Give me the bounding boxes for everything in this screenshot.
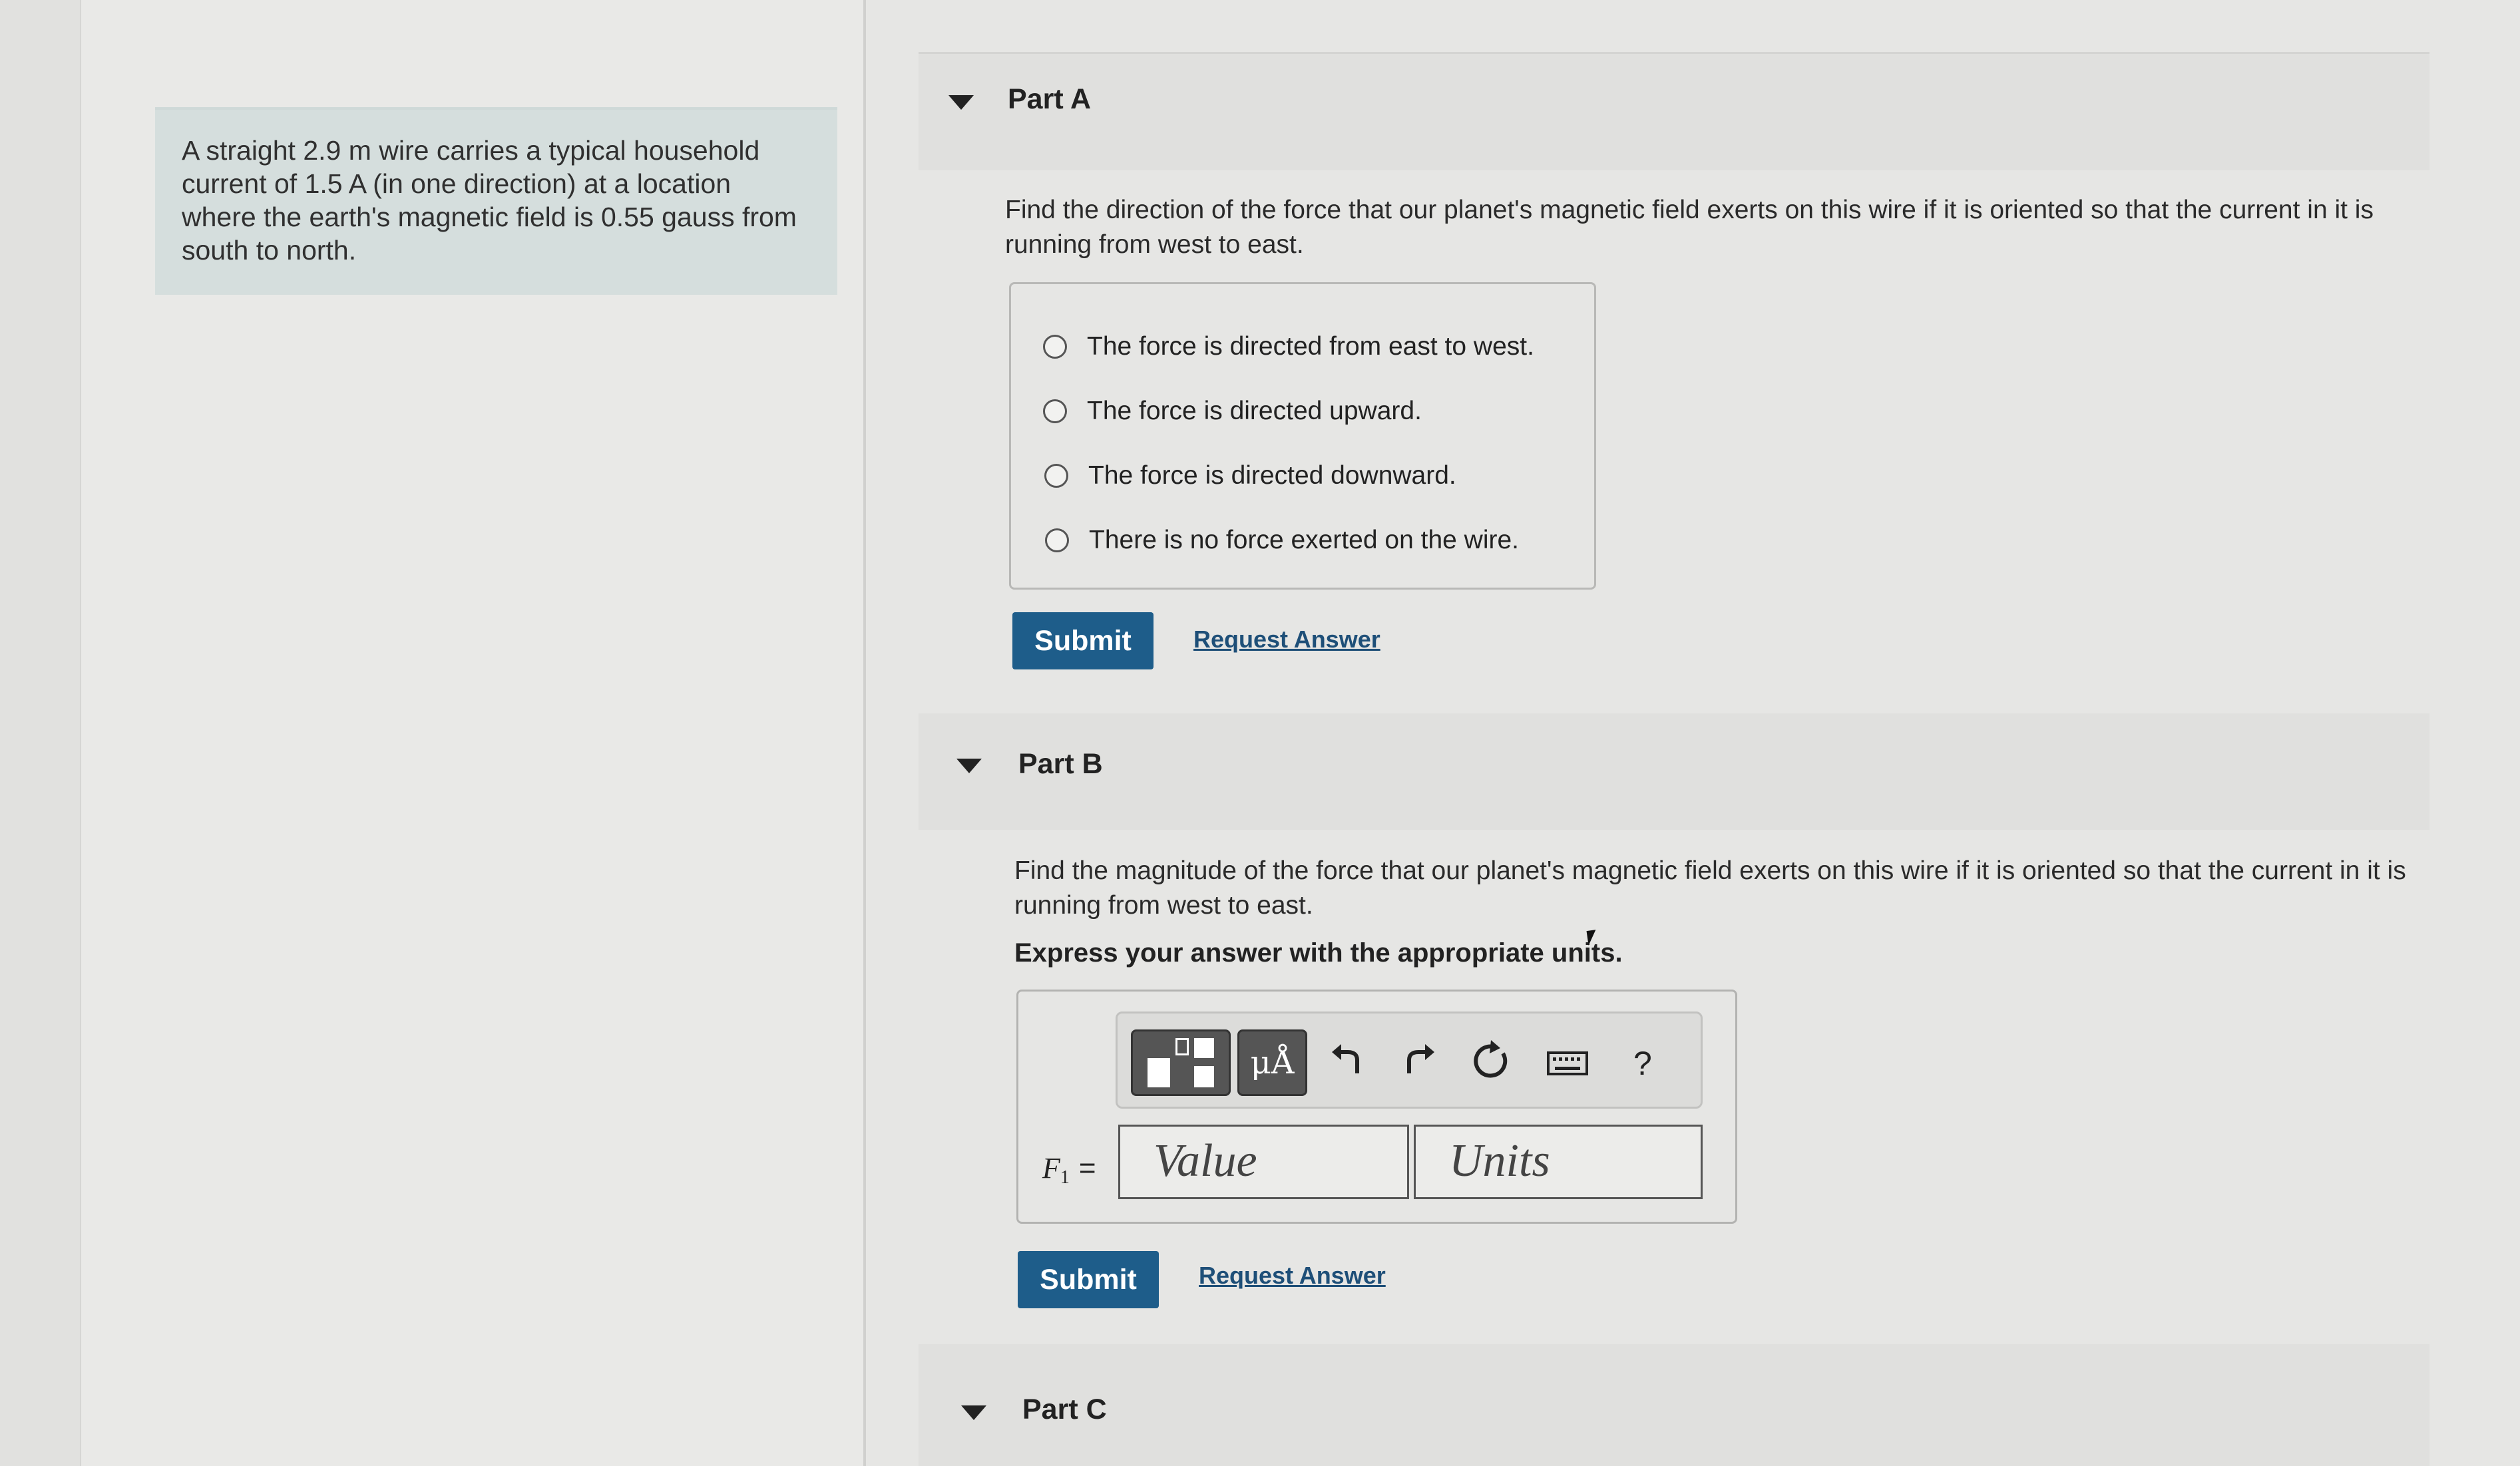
choice-label: The force is directed upward. [1087,397,1422,425]
window-edge [0,0,82,1466]
variable-subscript: 1 [1060,1167,1070,1188]
collapse-caret-icon[interactable] [948,95,974,110]
variable-label: F1 = [1042,1151,1096,1189]
redo-icon[interactable] [1402,1040,1436,1087]
value-input[interactable]: Value [1118,1125,1409,1199]
choice-east-to-west[interactable]: The force is directed from east to west. [1043,327,1534,367]
part-a-submit-button[interactable]: Submit [1012,612,1154,669]
mouse-cursor-icon [1586,930,1598,946]
part-b-header[interactable]: Part B [919,713,2429,830]
part-a-request-answer-link[interactable]: Request Answer [1193,626,1380,653]
part-a-title: Part A [1008,83,1092,115]
part-c-title: Part C [1022,1393,1107,1425]
problem-text: A straight 2.9 m wire carries a typical … [182,135,797,266]
radio-button[interactable] [1043,399,1067,423]
part-a-choices: The force is directed from east to west.… [1009,282,1596,590]
choice-no-force[interactable]: There is no force exerted on the wire. [1045,520,1519,560]
part-b-request-answer-link[interactable]: Request Answer [1199,1262,1386,1290]
choice-label: The force is directed downward. [1088,461,1456,490]
template-block-icon [1194,1038,1214,1058]
part-b-answer-box: μÅ ? F1 = Value Units [1016,990,1737,1224]
choice-label: The force is directed from east to west. [1087,332,1534,361]
part-c-header[interactable]: Part C [919,1344,2429,1466]
part-a-question: Find the direction of the force that our… [1005,196,2374,259]
radio-button[interactable] [1044,464,1068,488]
radio-button[interactable] [1045,528,1069,552]
radio-button[interactable] [1043,335,1067,359]
template-block-icon [1194,1066,1214,1087]
units-button[interactable]: μÅ [1237,1029,1307,1096]
problem-statement: A straight 2.9 m wire carries a typical … [155,107,837,295]
templates-button[interactable] [1131,1029,1231,1096]
choice-downward[interactable]: The force is directed downward. [1044,456,1456,496]
part-b-instruction: Express your answer with the appropriate… [1014,938,1623,968]
reset-icon[interactable] [1474,1040,1511,1090]
template-block-icon [1148,1058,1170,1087]
units-input[interactable]: Units [1414,1125,1703,1199]
choice-upward[interactable]: The force is directed upward. [1043,391,1422,431]
equals-sign: = [1078,1152,1096,1185]
math-toolbar: μÅ ? [1116,1011,1703,1109]
part-b-title: Part B [1018,748,1103,780]
undo-icon[interactable] [1331,1040,1364,1087]
collapse-caret-icon[interactable] [956,759,982,773]
help-icon[interactable]: ? [1633,1040,1652,1087]
part-b-question: Find the magnitude of the force that our… [1014,856,2406,920]
collapse-caret-icon[interactable] [961,1405,986,1420]
variable-symbol: F [1042,1152,1060,1185]
choice-label: There is no force exerted on the wire. [1089,526,1519,554]
template-block-icon [1175,1038,1189,1055]
part-b-submit-button[interactable]: Submit [1018,1251,1159,1308]
keyboard-icon[interactable] [1547,1040,1588,1087]
part-a-header[interactable]: Part A [919,52,2429,170]
